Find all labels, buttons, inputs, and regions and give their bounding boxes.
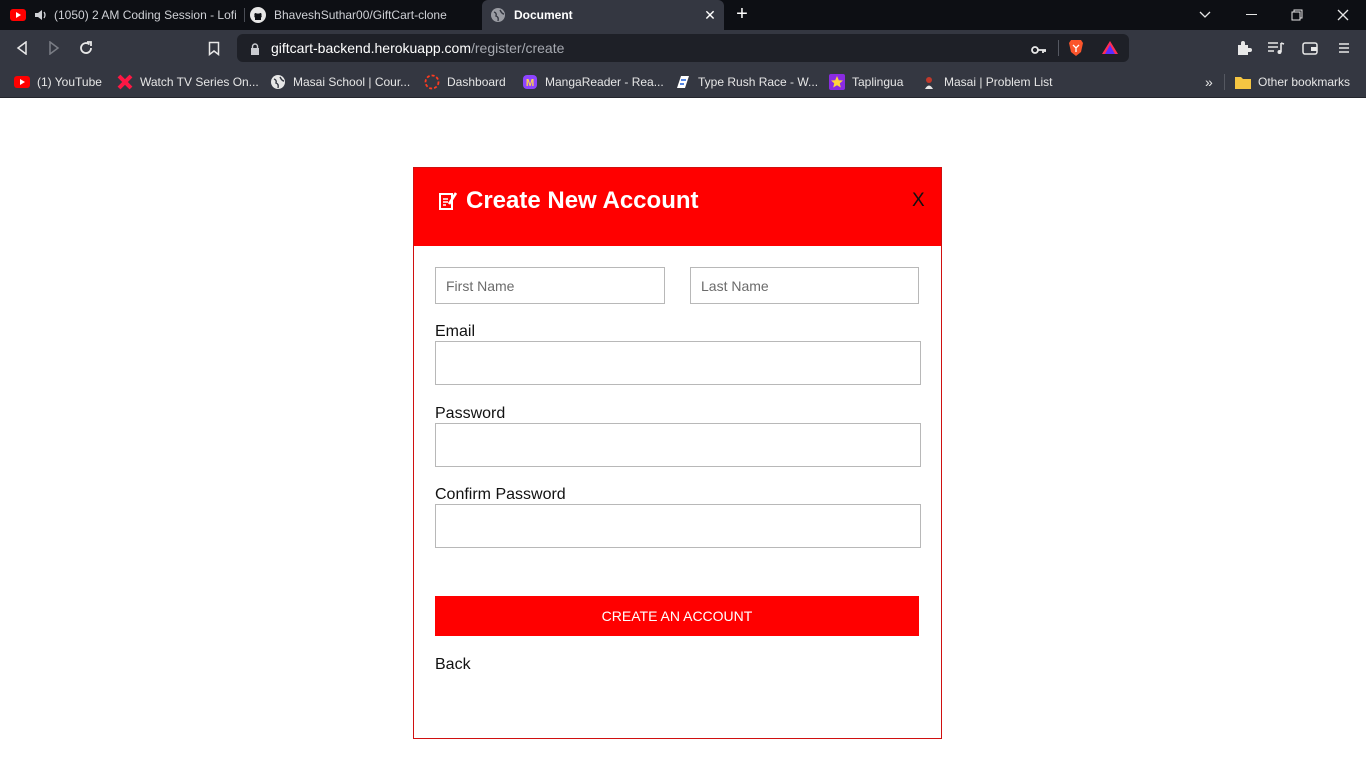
bookmark-label: Taplingua <box>852 75 904 89</box>
close-tab-icon[interactable]: ✕ <box>702 7 718 23</box>
media-controls-button[interactable] <box>1266 38 1286 58</box>
bookmark-dashboard[interactable]: Dashboard <box>424 73 506 91</box>
bookmark-page-button[interactable] <box>204 38 224 58</box>
memo-icon <box>438 191 458 211</box>
tab-youtube[interactable]: (1050) 2 AM Coding Session - Lofi <box>10 0 242 30</box>
typerush-icon <box>675 74 691 90</box>
bookmark-type-rush[interactable]: Type Rush Race - W... <box>675 73 818 91</box>
brave-shield-icon[interactable] <box>1068 39 1084 62</box>
puzzle-icon <box>1238 41 1252 55</box>
bookmarks-overflow-button[interactable]: » <box>1205 73 1213 91</box>
arrow-right-icon <box>49 41 60 55</box>
url-path: /register/create <box>471 40 565 56</box>
star-icon <box>829 74 845 90</box>
modal-title-text: Create New Account <box>466 187 699 214</box>
tab-document[interactable]: Document ✕ <box>482 0 724 30</box>
bookmark-label: Dashboard <box>447 75 506 89</box>
globe-icon <box>490 7 506 23</box>
bookmark-label: MangaReader - Rea... <box>545 75 664 89</box>
key-icon[interactable] <box>1031 42 1047 60</box>
restore-icon <box>1291 9 1303 21</box>
tab-separator <box>244 8 245 22</box>
confirm-password-input[interactable] <box>435 504 921 548</box>
bookmark-label: (1) YouTube <box>37 75 102 89</box>
modal-title: Create New Account <box>438 187 699 215</box>
back-link[interactable]: Back <box>435 656 471 674</box>
masai-icon <box>921 74 937 90</box>
restore-button[interactable] <box>1274 0 1320 30</box>
bookmark-icon <box>208 41 220 56</box>
close-icon <box>1337 9 1349 21</box>
dashboard-icon <box>424 74 440 90</box>
lock-icon <box>250 42 260 60</box>
bookmark-label: Other bookmarks <box>1258 75 1351 89</box>
confirm-password-label: Confirm Password <box>435 486 566 503</box>
close-window-button[interactable] <box>1320 0 1366 30</box>
bookmarks-bar: (1) YouTube Watch TV Series On... Masai … <box>0 66 1366 98</box>
overflow-label: » <box>1205 74 1213 90</box>
extensions-button[interactable] <box>1234 38 1254 58</box>
close-modal-button[interactable]: X <box>912 190 925 212</box>
bookmark-taplingua[interactable]: Taplingua <box>829 73 903 91</box>
bookmark-label: Masai | Problem List <box>944 75 1053 89</box>
tab-label: BhaveshSuthar00/GiftCart-clone <box>274 8 447 22</box>
reload-icon <box>80 41 92 54</box>
chevron-down-icon <box>1199 11 1211 18</box>
bookmark-label: Watch TV Series On... <box>140 75 259 89</box>
last-name-input[interactable] <box>690 267 919 304</box>
globe-icon <box>270 74 286 90</box>
modal-header: Create New Account X <box>414 168 941 246</box>
browser-toolbar: giftcart-backend.herokuapp.com/register/… <box>0 30 1366 66</box>
bookmark-label: Type Rush Race - W... <box>698 75 819 89</box>
tab-label: Document <box>514 8 573 22</box>
create-account-modal: Create New Account X Email Password Conf… <box>413 167 942 739</box>
back-nav-button[interactable] <box>12 38 32 58</box>
reload-button[interactable] <box>76 38 96 58</box>
bookmark-mangareader[interactable]: M MangaReader - Rea... <box>522 73 664 91</box>
folder-icon <box>1235 74 1251 90</box>
hamburger-icon <box>1339 43 1349 53</box>
svg-text:M: M <box>526 78 534 89</box>
github-icon <box>250 7 266 23</box>
x-logo-icon <box>117 74 133 90</box>
wallet-button[interactable] <box>1300 38 1320 58</box>
wallet-icon <box>1302 42 1318 55</box>
minimize-button[interactable] <box>1228 0 1274 30</box>
bookmark-masai-school[interactable]: Masai School | Cour... <box>270 73 410 91</box>
forward-nav-button[interactable] <box>44 38 64 58</box>
bookmark-label: Masai School | Cour... <box>293 75 411 89</box>
tab-label: (1050) 2 AM Coding Session - Lofi <box>54 8 237 22</box>
first-name-input[interactable] <box>435 267 665 304</box>
playlist-icon <box>1268 42 1285 54</box>
browser-tab-strip: (1050) 2 AM Coding Session - Lofi Bhaves… <box>0 0 1366 30</box>
brave-rewards-icon[interactable] <box>1101 40 1119 60</box>
minimize-icon <box>1245 14 1257 15</box>
password-label: Password <box>435 405 506 422</box>
youtube-icon <box>14 74 30 90</box>
new-tab-button[interactable]: + <box>732 4 752 24</box>
password-input[interactable] <box>435 423 921 467</box>
menu-button[interactable] <box>1334 38 1354 58</box>
tab-github[interactable]: BhaveshSuthar00/GiftCart-clone <box>250 0 478 30</box>
bookmarks-divider <box>1224 74 1225 90</box>
speaker-icon[interactable] <box>34 9 48 21</box>
email-label: Email <box>435 323 476 340</box>
bookmark-watch-tv[interactable]: Watch TV Series On... <box>117 73 259 91</box>
email-input[interactable] <box>435 341 921 385</box>
url-text: giftcart-backend.herokuapp.com/register/… <box>271 40 564 56</box>
url-domain: giftcart-backend.herokuapp.com <box>271 40 471 56</box>
create-account-button[interactable]: CREATE AN ACCOUNT <box>435 596 919 636</box>
tab-search-button[interactable] <box>1182 0 1228 30</box>
other-bookmarks-folder[interactable]: Other bookmarks <box>1235 73 1350 91</box>
bookmark-youtube[interactable]: (1) YouTube <box>14 73 102 91</box>
mangareader-icon: M <box>522 74 538 90</box>
omnibox-divider <box>1058 40 1059 56</box>
address-bar[interactable]: giftcart-backend.herokuapp.com/register/… <box>237 34 1129 62</box>
youtube-icon <box>10 9 26 21</box>
arrow-left-icon <box>16 41 27 55</box>
bookmark-masai-problem-list[interactable]: Masai | Problem List <box>921 73 1053 91</box>
